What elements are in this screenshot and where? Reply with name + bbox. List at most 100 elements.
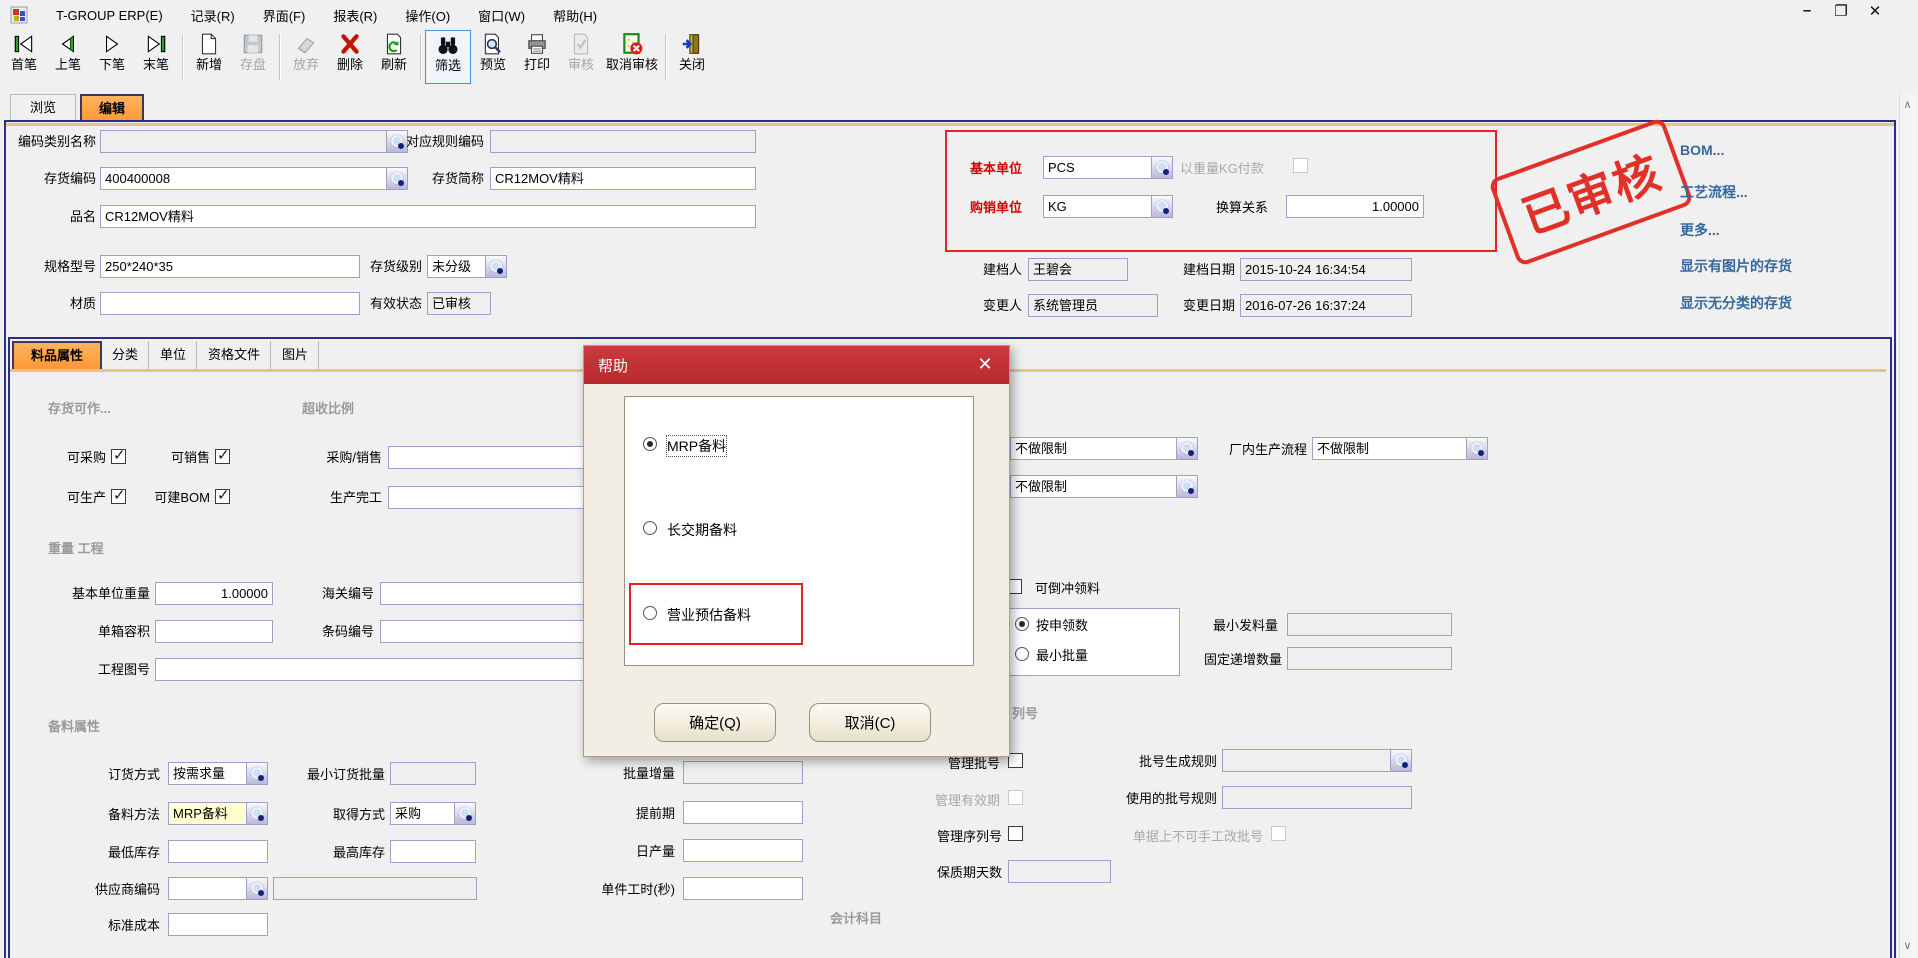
level-field[interactable]: 未分级 [427,255,507,278]
min-batch-radio[interactable] [1015,647,1029,661]
subtab-category[interactable]: 分类 [102,341,149,369]
customs-field[interactable] [380,582,590,605]
base-unit-field[interactable]: PCS [1043,156,1173,179]
menu-item-interface[interactable]: 界面(F) [249,2,320,29]
manage-batch-checkbox[interactable] [1008,753,1023,768]
trade-unit-field[interactable]: KG [1043,195,1173,218]
std-cost-label: 标准成本 [98,917,160,935]
menu-item-operation[interactable]: 操作(O) [391,2,464,29]
ok-button[interactable]: 确定(Q) [654,703,776,742]
lookup-icon[interactable] [246,763,267,784]
std-cost-field[interactable] [168,913,268,936]
cancel-audit-button[interactable]: 取消审核 [603,30,661,84]
lookup-icon[interactable] [485,256,506,277]
sellable-checkbox[interactable] [215,449,230,464]
option-forecast-radio[interactable] [643,606,657,620]
help-dialog-titlebar[interactable]: 帮助 [584,346,1009,384]
option-mrp-label[interactable]: MRP备料 [667,436,726,456]
code-category-field[interactable] [100,130,408,153]
restrict-field-1[interactable]: 不做限制 [1010,437,1198,460]
prev-record-button[interactable]: 上笔 [46,30,90,84]
by-request-radio[interactable] [1015,617,1029,631]
link-process-flow[interactable]: 工艺流程... [1680,182,1748,202]
link-show-unclassified[interactable]: 显示无分类的存货 [1680,293,1792,313]
max-stock-field[interactable] [390,840,476,863]
prep-method-field[interactable]: MRP备料 [168,802,268,825]
subtab-image[interactable]: 图片 [272,341,319,369]
menu-item-app[interactable]: T-GROUP ERP(E) [42,4,177,27]
material-field[interactable] [100,292,360,315]
menu-item-help[interactable]: 帮助(H) [539,2,611,29]
factory-flow-field[interactable]: 不做限制 [1312,437,1488,460]
refresh-button[interactable]: 刷新 [372,30,416,84]
link-bom[interactable]: BOM... [1680,142,1724,158]
lookup-icon[interactable] [246,803,267,824]
unit-time-field[interactable] [683,877,803,900]
cancel-button[interactable]: 取消(C) [809,703,931,742]
producible-checkbox[interactable] [111,489,126,504]
rule-code-field[interactable] [490,130,756,153]
drawing-field[interactable] [155,658,592,681]
option-mrp-radio[interactable] [643,437,657,451]
subtab-material-attr[interactable]: 料品属性 [12,341,102,369]
lead-time-field[interactable] [683,801,803,824]
lookup-icon[interactable] [1176,476,1197,497]
lookup-icon[interactable] [1151,196,1172,217]
min-stock-field[interactable] [168,840,268,863]
spec-field[interactable]: 250*240*35 [100,255,360,278]
menu-item-report[interactable]: 报表(R) [319,2,391,29]
short-name-field[interactable]: CR12MOV精料 [490,167,756,190]
daily-output-field[interactable] [683,839,803,862]
lookup-icon[interactable] [246,878,267,899]
link-show-with-image[interactable]: 显示有图片的存货 [1680,256,1792,276]
lookup-icon[interactable] [1466,438,1487,459]
menu-item-window[interactable]: 窗口(W) [464,2,539,29]
last-record-button[interactable]: 末笔 [134,30,178,84]
preview-button[interactable]: 预览 [471,30,515,84]
volume-field[interactable] [155,620,273,643]
conversion-field[interactable]: 1.00000 [1286,195,1424,218]
option-long-lead-radio[interactable] [643,521,657,535]
lookup-icon[interactable] [1176,438,1197,459]
filter-button[interactable]: 筛选 [425,30,471,84]
next-record-button[interactable]: 下笔 [90,30,134,84]
tab-browse[interactable]: 浏览 [10,94,76,121]
minimize-button[interactable]: – [1794,2,1820,19]
supplier-field[interactable] [168,877,268,900]
option-long-lead-label[interactable]: 长交期备料 [667,520,737,540]
link-more[interactable]: 更多... [1680,220,1720,240]
restore-button[interactable]: ❐ [1828,2,1854,20]
base-weight-field[interactable]: 1.00000 [155,582,273,605]
ratio-done-field[interactable] [388,486,592,509]
item-code-field[interactable]: 400400008 [100,167,408,190]
close-form-button[interactable]: 关闭 [670,30,714,84]
lookup-icon[interactable] [1151,157,1172,178]
lookup-icon[interactable] [1390,750,1411,771]
tab-edit[interactable]: 编辑 [80,94,144,122]
menu-item-record[interactable]: 记录(R) [177,2,249,29]
purchasable-checkbox[interactable] [111,449,126,464]
batch-rule-field[interactable] [1222,749,1412,772]
barcode-field[interactable] [380,620,590,643]
order-mode-field[interactable]: 按需求量 [168,762,268,785]
first-record-button[interactable]: 首笔 [2,30,46,84]
print-button[interactable]: 打印 [515,30,559,84]
lookup-icon[interactable] [454,803,475,824]
scroll-down-icon[interactable]: ∨ [1899,938,1916,955]
option-forecast-label[interactable]: 营业预估备料 [667,605,751,625]
manage-serial-checkbox[interactable] [1008,826,1023,841]
acquire-field[interactable]: 采购 [390,802,476,825]
restrict-field-2[interactable]: 不做限制 [1010,475,1198,498]
add-button[interactable]: 新增 [187,30,231,84]
dialog-close-icon[interactable]: ✕ [973,354,997,375]
subtab-unit[interactable]: 单位 [150,341,197,369]
subtab-qualification[interactable]: 资格文件 [198,341,271,369]
can-bom-checkbox[interactable] [215,489,230,504]
item-name-field[interactable]: CR12MOV精料 [100,205,756,228]
vertical-scrollbar[interactable] [1899,94,1917,958]
ratio-ps-field[interactable] [388,446,592,469]
delete-button[interactable]: 删除 [328,30,372,84]
menu-bar: T-GROUP ERP(E) 记录(R) 界面(F) 报表(R) 操作(O) 窗… [0,0,1918,30]
scroll-up-icon[interactable]: ∧ [1899,97,1916,114]
close-button[interactable]: ✕ [1862,2,1888,20]
